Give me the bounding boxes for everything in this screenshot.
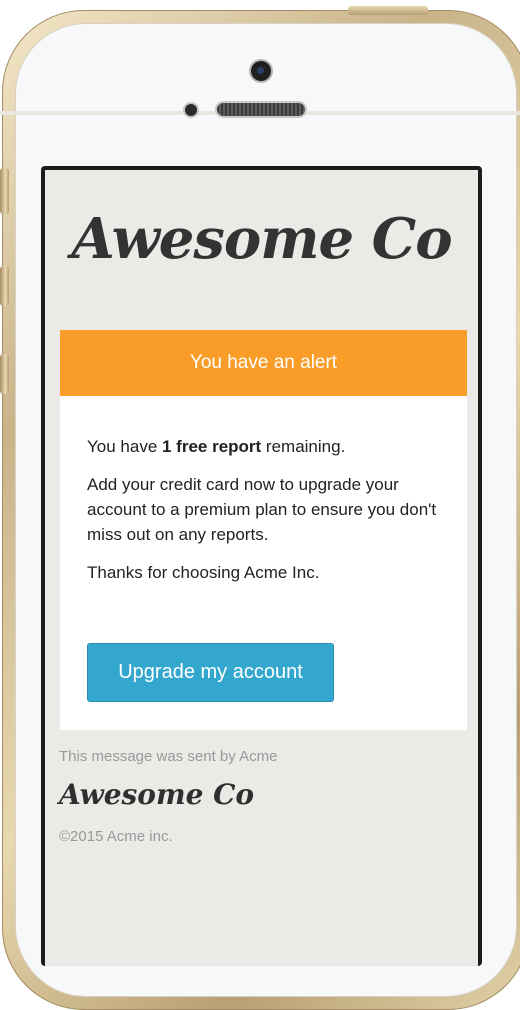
free-report-message: You have 1 free report remaining. [87,434,440,459]
power-button [348,6,428,15]
alert-body: You have 1 free report remaining. Add yo… [60,396,467,585]
footer-logo: Awesome Co [59,778,255,811]
proximity-sensor-icon [185,104,197,116]
earpiece-speaker-icon [217,103,305,116]
volume-down-button [0,354,9,394]
mute-switch [0,168,9,214]
free-report-count: 1 free report [162,437,262,456]
footer-copyright: ©2015 Acme inc. [59,828,173,845]
alert-header: You have an alert [60,330,467,396]
front-camera-icon [251,61,271,81]
brand-logo: Awesome Co [71,206,452,272]
volume-up-button [0,266,9,306]
free-report-prefix: You have [87,437,162,456]
upgrade-account-button[interactable]: Upgrade my account [87,643,334,702]
email-view: Awesome Co You have an alert You have 1 … [45,170,478,966]
footer-sent-by: This message was sent by Acme [59,748,278,765]
phone-screen: Awesome Co You have an alert You have 1 … [41,166,482,966]
upgrade-message: Add your credit card now to upgrade your… [87,475,437,544]
thanks-message: Thanks for choosing Acme Inc. [87,563,320,582]
alert-card: You have an alert You have 1 free report… [60,330,467,730]
free-report-suffix: remaining. [261,437,346,456]
